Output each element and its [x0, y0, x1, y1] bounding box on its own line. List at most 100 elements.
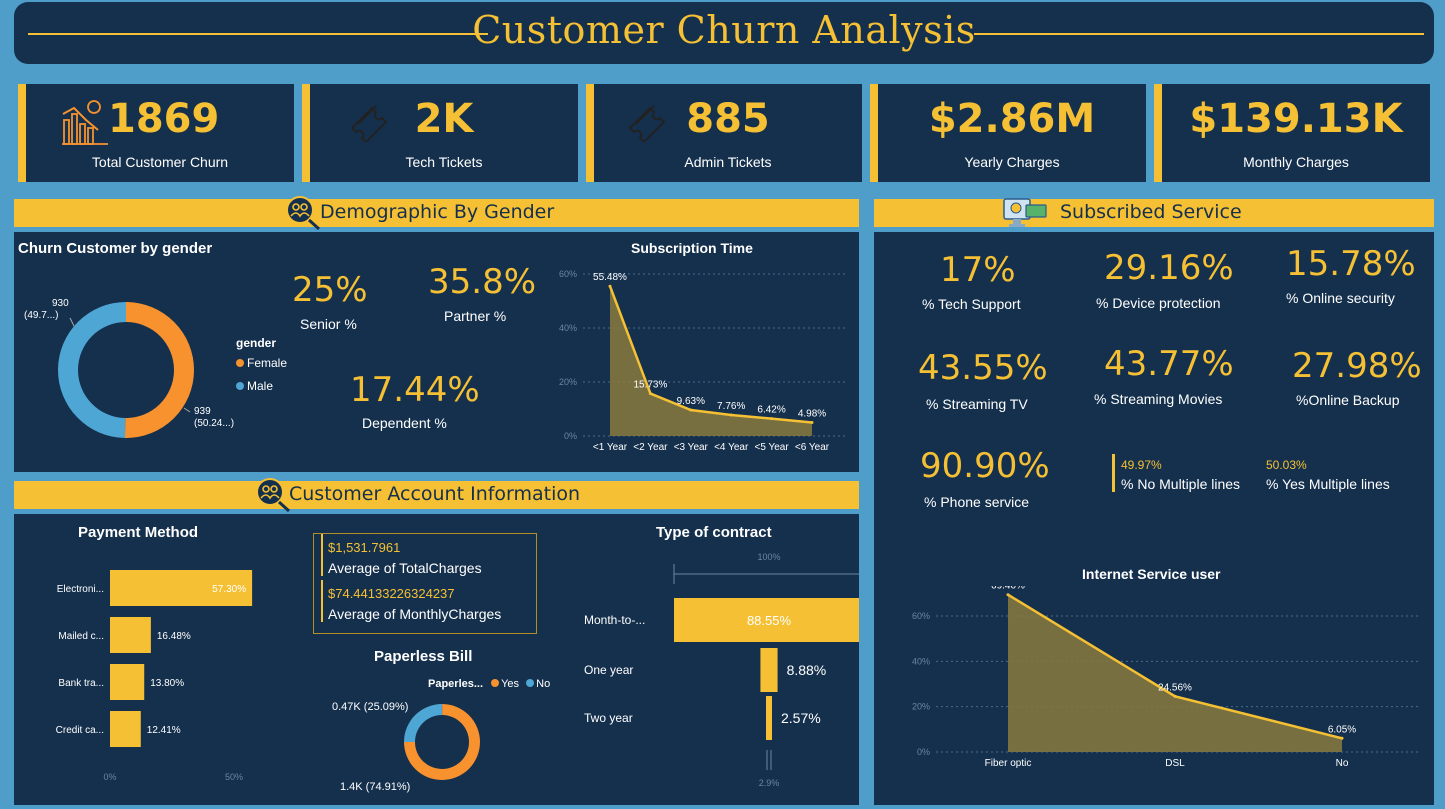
- category-label: Credit ca...: [56, 725, 104, 736]
- data-point: [810, 421, 814, 425]
- data-label: 15.73%: [633, 380, 667, 391]
- section-title: Subscribed Service: [1060, 201, 1242, 223]
- y-tick-label: 20%: [559, 377, 577, 387]
- legend-label: Yes: [501, 678, 520, 690]
- avg-total-label: Average of TotalCharges: [328, 560, 482, 576]
- kpi-label: Tech Tickets: [405, 154, 483, 170]
- avg-monthly-value: $74.44133226324237: [328, 586, 455, 601]
- data-point: [770, 417, 774, 421]
- kpi-label: Yearly Charges: [964, 154, 1060, 170]
- y-tick-label: 60%: [912, 611, 930, 621]
- kpi-accent-strip: [1154, 84, 1162, 182]
- kpi-accent-strip: [870, 84, 878, 182]
- service-label-streaming-movies: % Streaming Movies: [1094, 391, 1223, 407]
- kpi-value: 1869: [108, 96, 220, 142]
- kpi-label: Monthly Charges: [1243, 154, 1349, 170]
- data-label: 69.40%: [991, 586, 1025, 592]
- data-label: 930 (49.7...): [24, 298, 69, 321]
- dependent-percent-value: 17.44%: [350, 370, 480, 410]
- x-tick-label: <6 Year: [795, 442, 830, 453]
- card-accent: [321, 580, 323, 622]
- bottom-label: 2.9%: [759, 778, 780, 788]
- data-label: 24.56%: [1158, 682, 1192, 693]
- category-label: Two year: [584, 711, 633, 725]
- data-label: 88.55%: [747, 613, 792, 628]
- service-label-device-protection: % Device protection: [1096, 295, 1221, 311]
- kpi-value: $2.86M: [928, 96, 1096, 142]
- data-label: 55.48%: [593, 272, 627, 283]
- data-label: 12.41%: [147, 725, 181, 736]
- service-value-online-security: 15.78%: [1286, 244, 1416, 284]
- title-divider-right: [974, 33, 1424, 35]
- x-tick-label: <2 Year: [633, 442, 668, 453]
- paperless-chart-title: Paperless Bill: [374, 648, 473, 665]
- kpi-label: Total Customer Churn: [91, 154, 229, 170]
- payment-chart-title: Payment Method: [78, 524, 199, 541]
- partner-percent-value: 35.8%: [428, 262, 537, 302]
- service-monitor-icon: [1003, 198, 1047, 227]
- kpi-label: Admin Tickets: [684, 154, 772, 170]
- kpi-card-tech-tickets: 2K Tech Tickets: [302, 84, 578, 182]
- service-value-streaming-movies: 43.77%: [1104, 344, 1234, 384]
- donut-slice-no: [404, 704, 443, 742]
- x-tick-label: No: [1336, 758, 1349, 769]
- service-label-phone: % Phone service: [924, 494, 1030, 510]
- average-charges-card: $1,531.7961 Average of TotalCharges $74.…: [313, 533, 537, 634]
- y-tick-label: 0%: [564, 431, 577, 441]
- data-label: 6.05%: [1328, 724, 1356, 735]
- subscribed-panel: 17% % Tech Support 29.16% % Device prote…: [874, 232, 1434, 805]
- data-point: [1006, 593, 1010, 597]
- kpi-accent-strip: [586, 84, 594, 182]
- data-label: 4.98%: [798, 409, 826, 420]
- data-label: 7.76%: [717, 401, 745, 412]
- service-value-device-protection: 29.16%: [1104, 248, 1234, 288]
- data-label: 1.4K (74.91%): [340, 781, 410, 793]
- service-label-online-backup: %Online Backup: [1296, 392, 1400, 408]
- page-title: Customer Churn Analysis: [472, 8, 976, 52]
- donut-slice-male: [58, 302, 126, 438]
- kpi-accent-strip: [18, 84, 26, 182]
- kpi-card-admin-tickets: 885 Admin Tickets: [586, 84, 862, 182]
- top-label: 100%: [757, 552, 780, 562]
- category-label: Electroni...: [57, 584, 104, 595]
- data-label: 6.42%: [757, 405, 785, 416]
- x-tick-label: 50%: [225, 772, 243, 782]
- x-tick-label: <3 Year: [674, 442, 709, 453]
- legend-dot: [526, 679, 535, 687]
- category-label: Bank tra...: [58, 678, 104, 689]
- legend-label: No: [536, 678, 551, 690]
- card-accent: [321, 534, 323, 576]
- legend-label: Male: [247, 379, 274, 393]
- subscription-time-chart: 0% 20% 40% 60% 55.48% <1 Year 15.73% <2 Year 9.6…: [559, 269, 845, 453]
- internet-service-chart: 0% 20% 40% 60% 69.40% Fiber optic 24.56% DSL 6.0…: [912, 586, 1420, 769]
- legend-dot: [491, 679, 500, 687]
- kpi-card-total-churn: 1869 Total Customer Churn: [18, 84, 294, 182]
- donut-title: Churn Customer by gender: [18, 240, 213, 257]
- data-label: 0.47K (25.09%): [332, 701, 408, 713]
- bar: [110, 664, 145, 700]
- avg-total-value: $1,531.7961: [328, 540, 401, 555]
- data-point: [689, 408, 693, 412]
- category-label: One year: [584, 663, 633, 677]
- kpi-card-monthly-charges: $139.13K Monthly Charges: [1154, 84, 1430, 182]
- partner-percent-label: Partner %: [444, 308, 507, 324]
- kpi-card-yearly-charges: $2.86M Yearly Charges: [870, 84, 1146, 182]
- service-label-online-security: % Online security: [1286, 290, 1395, 306]
- category-label: Mailed c...: [58, 631, 104, 642]
- no-multiple-lines-value: 49.97%: [1121, 458, 1162, 472]
- paperless-donut-chart: 0.47K (25.09%) 1.4K (74.91%): [332, 701, 480, 793]
- data-point: [1173, 694, 1177, 698]
- data-point: [729, 413, 733, 417]
- title-bar: Customer Churn Analysis: [14, 2, 1434, 64]
- service-value-streaming-tv: 43.55%: [918, 348, 1048, 388]
- y-tick-label: 60%: [559, 269, 577, 279]
- data-label: 9.63%: [677, 396, 705, 407]
- x-tick-label: <1 Year: [593, 442, 628, 453]
- service-value-phone: 90.90%: [920, 446, 1050, 486]
- bar: [766, 696, 772, 740]
- section-header-demographic: Demographic By Gender: [14, 196, 859, 230]
- subscription-chart-title: Subscription Time: [631, 240, 753, 256]
- multiple-lines-accent: [1112, 454, 1115, 492]
- kpi-value: 2K: [414, 96, 474, 142]
- leader-line: [69, 317, 75, 327]
